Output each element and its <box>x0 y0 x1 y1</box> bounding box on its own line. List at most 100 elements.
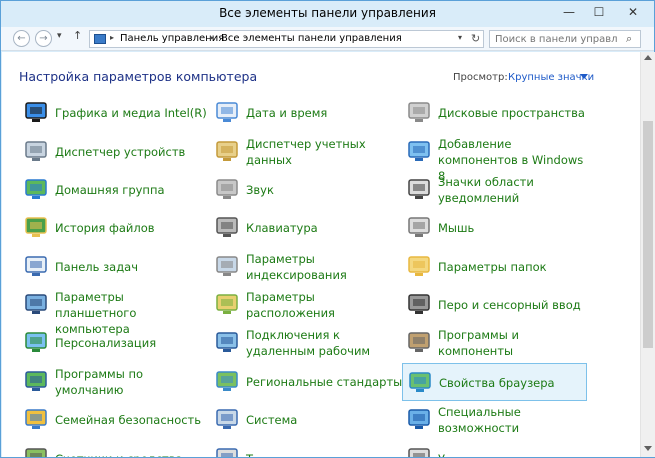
intel-graphics-icon <box>23 99 49 125</box>
address-dropdown-icon[interactable]: ▾ <box>458 33 462 42</box>
item-label[interactable]: Региональные стандарты <box>246 374 402 390</box>
breadcrumb-all-items[interactable]: Все элементы панели управления <box>221 33 402 44</box>
scroll-down-icon[interactable] <box>644 446 652 451</box>
item-label[interactable]: Т <box>246 451 253 457</box>
item-label[interactable]: Специальные возможности <box>438 404 588 436</box>
item-label[interactable]: Параметры папок <box>438 259 547 275</box>
item-label[interactable]: Счетчики и средства <box>55 451 183 457</box>
control-panel-item[interactable]: Мышь <box>402 209 587 247</box>
control-panel-item[interactable]: Счетчики и средства <box>19 440 204 457</box>
address-bar[interactable]: ▸ Панель управления ▸ Все элементы панел… <box>89 30 484 48</box>
control-panel-item[interactable]: Диспетчер учетных данных <box>210 133 395 171</box>
keyboard-icon <box>214 214 240 240</box>
control-panel-item[interactable]: Свойства браузера <box>402 363 587 401</box>
mouse-icon <box>406 214 432 240</box>
item-label[interactable]: Дисковые пространства <box>438 105 585 121</box>
item-label[interactable]: Звук <box>246 182 274 198</box>
user-accounts-icon <box>406 445 432 457</box>
up-button[interactable]: ↑ <box>73 29 82 42</box>
breadcrumb-separator-icon[interactable]: ▸ <box>210 33 214 42</box>
add-features-icon <box>406 138 432 164</box>
device-manager-icon <box>23 138 49 164</box>
item-label[interactable]: Диспетчер учетных данных <box>246 136 396 168</box>
item-label[interactable]: Графика и медиа Intel(R) <box>55 105 207 121</box>
search-box[interactable]: ⌕ <box>489 30 641 48</box>
control-panel-item[interactable]: Параметры расположения <box>210 286 395 324</box>
personalization-icon <box>23 329 49 355</box>
item-label[interactable]: Программы по умолчанию <box>55 366 205 398</box>
control-panel-item[interactable]: Параметры папок <box>402 248 587 286</box>
control-panel-item[interactable]: Специальные возможности <box>402 401 587 439</box>
breadcrumb-control-panel[interactable]: Панель управления <box>120 33 224 44</box>
page-title: Настройка параметров компьютера <box>19 69 258 84</box>
control-panel-item[interactable]: Система <box>210 401 395 439</box>
item-label[interactable]: У <box>438 451 445 457</box>
item-label[interactable]: Диспетчер устройств <box>55 144 185 160</box>
control-panel-item[interactable]: У <box>402 440 587 457</box>
control-panel-icon <box>94 34 106 44</box>
speaker-icon <box>214 176 240 202</box>
item-label[interactable]: Программы и компоненты <box>438 327 588 359</box>
vertical-scrollbar[interactable] <box>640 52 655 457</box>
item-label[interactable]: История файлов <box>55 220 155 236</box>
search-input[interactable] <box>490 31 618 47</box>
refresh-icon[interactable]: ↻ <box>471 32 480 45</box>
item-label[interactable]: Параметры расположения <box>246 289 396 321</box>
location-icon <box>214 291 240 317</box>
scroll-up-icon[interactable] <box>644 55 652 60</box>
indexing-icon <box>214 253 240 279</box>
control-panel-item[interactable]: Т <box>210 440 395 457</box>
control-panel-item[interactable]: Программы по умолчанию <box>19 363 204 401</box>
item-label[interactable]: Персонализация <box>55 335 156 351</box>
back-button[interactable]: ← <box>13 30 30 47</box>
item-label[interactable]: Свойства браузера <box>439 375 555 391</box>
item-label[interactable]: Перо и сенсорный ввод <box>438 297 581 313</box>
programs-icon <box>406 329 432 355</box>
control-panel-item[interactable]: Программы и компоненты <box>402 324 587 362</box>
item-label[interactable]: Домашняя группа <box>55 182 165 198</box>
homegroup-icon <box>23 176 49 202</box>
title-bar[interactable]: Все элементы панели управления — ☐ ✕ <box>1 1 654 27</box>
item-label[interactable]: Мышь <box>438 220 474 236</box>
scrollbar-thumb[interactable] <box>643 120 653 348</box>
search-icon[interactable]: ⌕ <box>626 32 632 46</box>
control-panel-item[interactable]: Параметры планшетного компьютера <box>19 286 204 336</box>
control-panel-item[interactable]: Параметры индексирования <box>210 248 395 286</box>
folder-options-icon <box>406 253 432 279</box>
file-history-icon <box>23 214 49 240</box>
control-panel-item[interactable]: Региональные стандарты <box>210 363 402 401</box>
control-panel-item[interactable]: Перо и сенсорный ввод <box>402 286 587 324</box>
default-programs-icon <box>23 368 49 394</box>
control-panel-item[interactable]: История файлов <box>19 209 204 247</box>
forward-button[interactable]: → <box>35 30 52 47</box>
control-panel-item[interactable]: Значки области уведомлений <box>402 171 587 209</box>
control-panel-item[interactable]: Диспетчер устройств <box>19 133 204 171</box>
minimize-button[interactable]: — <box>555 1 583 23</box>
control-panel-item[interactable]: Добавление компонентов в Windows 8 <box>402 133 587 183</box>
control-panel-item[interactable]: Персонализация <box>19 324 204 362</box>
item-label[interactable]: Панель задач <box>55 259 138 275</box>
control-panel-item[interactable]: Клавиатура <box>210 209 395 247</box>
control-panel-item[interactable]: Звук <box>210 171 395 209</box>
control-panel-item[interactable]: Домашняя группа <box>19 171 204 209</box>
ease-of-access-icon <box>406 406 432 432</box>
item-label[interactable]: Значки области уведомлений <box>438 174 588 206</box>
control-panel-item[interactable]: Подключения к удаленным рабочим <box>210 324 395 362</box>
maximize-button[interactable]: ☐ <box>585 1 613 23</box>
control-panel-item[interactable]: Панель задач <box>19 248 204 286</box>
close-button[interactable]: ✕ <box>615 1 651 23</box>
item-label[interactable]: Дата и время <box>246 105 327 121</box>
item-label[interactable]: Подключения к удаленным рабочим <box>246 327 396 359</box>
control-panel-item[interactable]: Дата и время <box>210 94 395 132</box>
item-label[interactable]: Клавиатура <box>246 220 318 236</box>
region-globe-icon <box>214 368 240 394</box>
recent-locations-button[interactable]: ▾ <box>57 31 62 41</box>
item-label[interactable]: Система <box>246 412 297 428</box>
item-label[interactable]: Семейная безопасность <box>55 412 201 428</box>
control-panel-item[interactable]: Дисковые пространства <box>402 94 587 132</box>
breadcrumb-separator-icon[interactable]: ▸ <box>110 33 114 42</box>
item-label[interactable]: Параметры индексирования <box>246 251 396 283</box>
control-panel-item[interactable]: Семейная безопасность <box>19 401 204 439</box>
control-panel-item[interactable]: Графика и медиа Intel(R) <box>19 94 207 132</box>
chevron-down-icon[interactable] <box>580 74 588 79</box>
